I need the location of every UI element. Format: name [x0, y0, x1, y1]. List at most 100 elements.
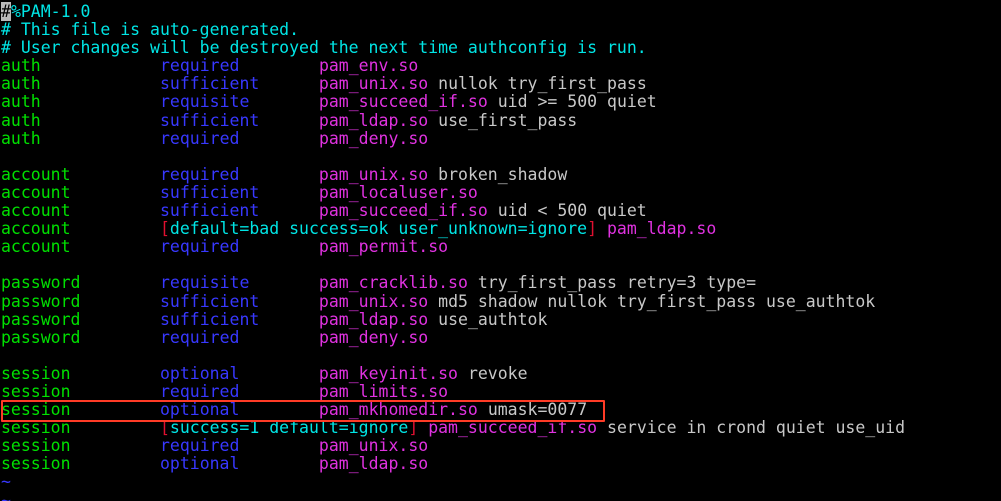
pam-type-keyword: password [1, 309, 81, 329]
editor-line[interactable]: session optional pam_ldap.so [1, 455, 1000, 473]
pam-type-keyword: auth [1, 74, 41, 94]
editor-line[interactable]: auth required pam_deny.so [1, 128, 1000, 148]
editor-text-area[interactable]: #%PAM-1.0 # This file is auto-generated. #… [1, 2, 1000, 501]
pam-module-args: use_authtok [438, 309, 548, 329]
pam-module-name: pam_ldap.so [318, 110, 429, 130]
editor-line[interactable]: account sufficient pam_succeed_if.so uid… [1, 201, 1000, 221]
editor-line[interactable]: account required pam_unix.so broken_shad… [1, 164, 1000, 184]
pam-type-keyword: session [1, 381, 71, 401]
pam-type-keyword: auth [1, 110, 41, 130]
pam-type-keyword: session [1, 454, 71, 474]
pam-type-keyword: account [1, 219, 71, 239]
pam-control-flag: optional [159, 363, 240, 383]
pam-control-flag: required [159, 381, 240, 401]
editor-line[interactable]: auth sufficient pam_unix.so nullok try_f… [1, 75, 1000, 93]
pam-control-flag: sufficient [159, 291, 260, 311]
editor-line[interactable]: # This file is auto-generated. [1, 21, 1000, 39]
editor-line[interactable]: session [success=1 default=ignore] pam_s… [1, 419, 1000, 437]
editor-line[interactable]: password requisite pam_cracklib.so try_f… [1, 274, 1000, 292]
pam-type-keyword: session [1, 400, 71, 420]
comment-text: # User changes will be destroyed the nex… [1, 38, 647, 58]
bracket-open: [ [159, 418, 170, 438]
pam-module-args: broken_shadow [438, 164, 568, 184]
editor-line[interactable]: session optional pam_mkhomedir.so umask=… [1, 401, 1000, 419]
pam-control-flag: required [159, 56, 240, 76]
pam-type-keyword: session [1, 363, 71, 383]
pam-module-args: uid < 500 quiet [497, 201, 647, 221]
editor-line[interactable] [1, 256, 1000, 274]
editor-line[interactable]: #%PAM-1.0 [1, 2, 1000, 21]
vim-empty-line-marker: ~ [1, 472, 11, 492]
editor-line[interactable]: password required pam_deny.so [1, 327, 1000, 347]
editor-line[interactable]: ~ [1, 473, 1000, 491]
comment-text: # This file is auto-generated. [1, 20, 300, 40]
pam-control-flag: sufficient [159, 182, 260, 202]
pam-control-flag: sufficient [159, 110, 260, 130]
pam-module-name: pam_ldap.so [318, 309, 429, 329]
bracket-close: ] [587, 219, 598, 239]
pam-module-args: service in crond quiet use_uid [607, 418, 906, 438]
pam-control-flag: optional [159, 454, 240, 474]
editor-line[interactable]: auth required pam_env.so [1, 57, 1000, 75]
pam-type-keyword: session [1, 436, 71, 456]
editor-line[interactable]: session required pam_limits.so [1, 381, 1000, 401]
editor-line[interactable]: auth requisite pam_succeed_if.so uid >= … [1, 93, 1000, 111]
editor-line[interactable]: # User changes will be destroyed the nex… [1, 39, 1000, 57]
editor-line[interactable]: account sufficient pam_localuser.so [1, 182, 1000, 202]
pam-type-keyword: account [1, 201, 71, 221]
editor-line[interactable] [1, 148, 1000, 166]
editor-line[interactable]: auth sufficient pam_ldap.so use_first_pa… [1, 110, 1000, 130]
pam-module-name: pam_mkhomedir.so [318, 400, 478, 420]
pam-control-flag: requisite [159, 92, 250, 112]
editor-line[interactable]: account [default=bad success=ok user_unk… [1, 220, 1000, 238]
pam-control-flag: sufficient [159, 309, 260, 329]
pam-type-keyword: session [1, 418, 71, 438]
editor-line[interactable]: session optional pam_keyinit.so revoke [1, 363, 1000, 383]
bracket-open: [ [159, 219, 170, 239]
pam-module-args: umask=0077 [487, 400, 588, 420]
editor-line[interactable] [1, 347, 1000, 365]
pam-module-name: pam_succeed_if.so [428, 418, 598, 438]
pam-module-name: pam_deny.so [318, 327, 429, 347]
pam-type-keyword: account [1, 182, 71, 202]
pam-type-keyword: password [1, 327, 81, 347]
editor-line[interactable]: session required pam_unix.so [1, 437, 1000, 455]
terminal-window[interactable]: #%PAM-1.0 # This file is auto-generated. #… [0, 0, 1001, 501]
pam-type-keyword: auth [1, 56, 41, 76]
pam-module-name: pam_permit.so [318, 237, 449, 257]
pam-module-args: md5 shadow nullok try_first_pass use_aut… [438, 291, 876, 311]
editor-line[interactable]: password sufficient pam_unix.so md5 shad… [1, 291, 1000, 311]
pam-control-flag: required [159, 128, 240, 148]
editor-line[interactable]: ~ [1, 491, 1000, 501]
pam-control-flag: required [159, 436, 240, 456]
editor-line[interactable]: password sufficient pam_ldap.so use_auth… [1, 309, 1000, 329]
pam-module-name: pam_env.so [318, 56, 419, 76]
editor-line[interactable]: account required pam_permit.so [1, 238, 1000, 256]
